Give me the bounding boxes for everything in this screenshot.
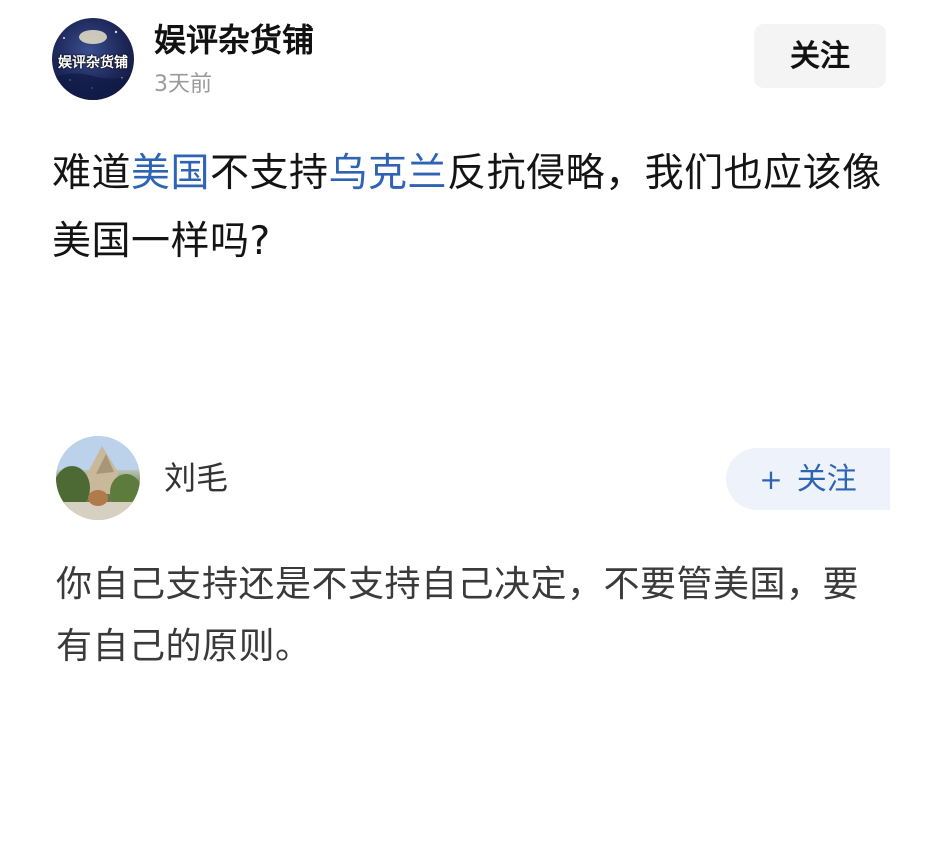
topic-link-ukraine[interactable]: 乌克兰 — [329, 151, 448, 196]
avatar-landscape-icon — [56, 436, 140, 520]
plus-icon: + — [759, 463, 783, 496]
comment-text: 你自己支持还是不支持自己决定，不要管美国，要有自己的原则。 — [56, 564, 860, 667]
comment-follow-button[interactable]: + 关注 — [726, 448, 890, 510]
commenter-avatar[interactable] — [56, 436, 140, 520]
topic-link-usa[interactable]: 美国 — [131, 151, 210, 196]
post-time: 3天前 — [154, 72, 212, 97]
post-header: 娱评杂货铺 娱评杂货铺 3天前 关注 — [52, 18, 886, 102]
post-content: 难道美国不支持乌克兰反抗侵略，我们也应该像美国一样吗? — [52, 140, 892, 276]
post-text-segment: 难道 — [52, 151, 132, 196]
commenter-name[interactable]: 刘毛 — [164, 458, 228, 498]
avatar-emblem-icon — [79, 30, 107, 44]
follow-button[interactable]: 关注 — [754, 24, 886, 88]
avatar-logo-text: 娱评杂货铺 — [58, 55, 128, 71]
author-avatar[interactable]: 娱评杂货铺 — [52, 18, 134, 100]
author-name[interactable]: 娱评杂货铺 — [154, 20, 314, 60]
post-text-segment: 不支持 — [210, 151, 329, 196]
comment-follow-label: 关注 — [796, 462, 857, 497]
